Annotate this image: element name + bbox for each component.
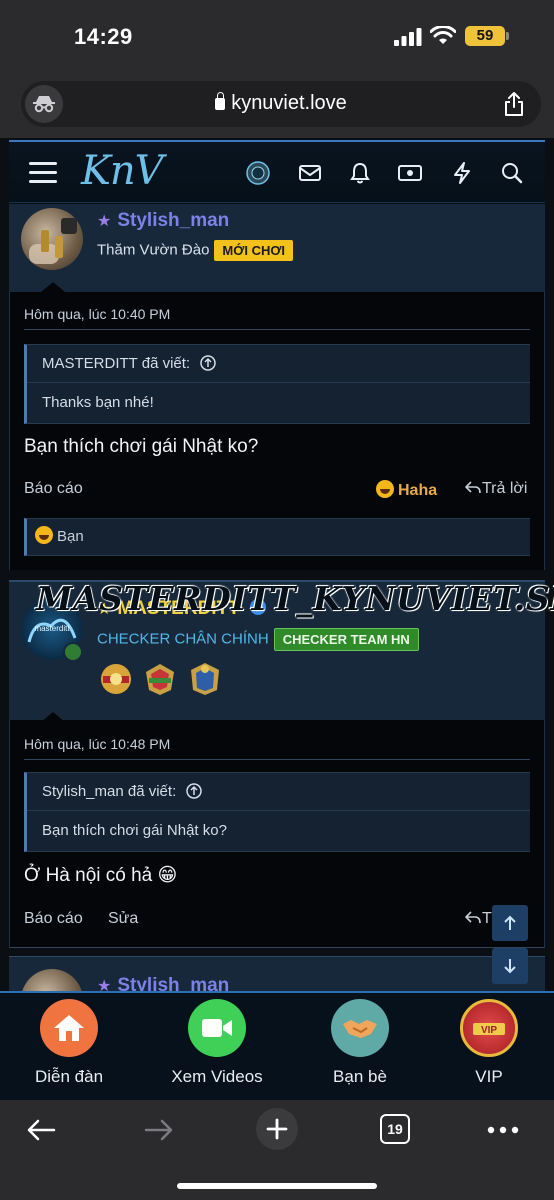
user-title: CHECKER CHÂN CHÍNH CHECKER TEAM HN	[97, 628, 419, 651]
url-text[interactable]: kynuviet.love	[21, 92, 541, 115]
search-icon[interactable]	[499, 160, 525, 186]
lock-icon	[215, 92, 226, 110]
arrow-up-circle-icon[interactable]	[200, 355, 217, 371]
reply-label: Trả lời	[482, 480, 528, 497]
reacted-by-label: Bạn	[57, 528, 84, 545]
clock: 14:29	[74, 24, 133, 49]
divider	[24, 329, 530, 330]
mail-icon[interactable]	[297, 160, 323, 186]
username[interactable]: ★ Stylish_man	[97, 210, 229, 232]
quote-header[interactable]: Stylish_man đã viết:	[27, 773, 530, 811]
blue-shield-badge-icon[interactable]	[186, 660, 224, 698]
report-link[interactable]: Báo cáo	[24, 910, 83, 928]
nav-label: Bạn bè	[333, 1067, 387, 1086]
arrow-down-icon	[504, 959, 516, 974]
divider	[24, 759, 530, 760]
post-message: Ở Hà nội có hả 😁	[24, 865, 178, 886]
post-actions: Báo cáo Haha Trả lời	[24, 480, 530, 500]
rank-badge: CHECKER TEAM HN	[273, 628, 419, 651]
quote-block: Stylish_man đã viết: Bạn thích chơi gái …	[24, 772, 530, 852]
new-tab-plus-icon[interactable]	[256, 1108, 298, 1150]
money-icon[interactable]	[397, 160, 423, 186]
user-title-label: CHECKER CHÂN CHÍNH	[97, 630, 269, 648]
vip-medal-icon: VIP	[460, 999, 518, 1057]
edit-link[interactable]: Sửa	[108, 910, 138, 928]
nav-videos[interactable]: Xem Videos	[157, 999, 277, 1087]
home-indicator	[177, 1183, 377, 1189]
quote-header[interactable]: MASTERDITT đã viết:	[27, 345, 530, 383]
web-page: KnV ★ Stylish_man Thăm Vườn Đào MỚI CHƠI…	[0, 138, 554, 1100]
avatar[interactable]	[21, 208, 83, 270]
arrow-up-icon	[504, 915, 516, 930]
reply-icon	[465, 911, 481, 924]
status-bar: 14:29 59	[0, 0, 554, 74]
reply-link[interactable]: Trả lời	[464, 480, 527, 498]
reactions-summary[interactable]: Bạn	[24, 518, 530, 556]
online-status-icon	[63, 642, 83, 662]
red-shield-badge-icon[interactable]	[141, 660, 179, 698]
nav-friends[interactable]: Bạn bè	[300, 999, 420, 1087]
address-bar[interactable]: kynuviet.love	[21, 81, 541, 127]
post-message: Bạn thích chơi gái Nhật ko?	[24, 436, 259, 457]
avatar-caption: masterditt	[34, 624, 70, 633]
wifi-icon	[430, 26, 456, 44]
quote-text: Bạn thích chơi gái Nhật ko?	[42, 822, 227, 839]
header-pointer	[41, 282, 65, 292]
laughing-emoji-icon	[376, 480, 394, 498]
app-bottom-nav: Diễn đàn Xem Videos Bạn bè VIP VIP	[0, 991, 554, 1100]
more-options-icon[interactable]	[486, 1114, 520, 1146]
quote-author: Stylish_man đã viết:	[42, 783, 177, 800]
watermark-text: MASTERDITT_KYNUVIET.SITE	[36, 579, 554, 618]
signal-icon	[394, 28, 422, 46]
arrow-up-circle-icon[interactable]	[186, 783, 203, 799]
report-link[interactable]: Báo cáo	[24, 480, 83, 498]
forward-arrow-icon[interactable]	[142, 1114, 176, 1146]
url-label: kynuviet.love	[231, 92, 347, 114]
reaction-label: Haha	[398, 482, 438, 499]
post-date[interactable]: Hôm qua, lúc 10:40 PM	[24, 306, 170, 322]
video-icon	[188, 999, 246, 1057]
site-logo[interactable]: KnV	[81, 148, 164, 194]
handshake-icon	[331, 999, 389, 1057]
nav-label: VIP	[475, 1067, 503, 1086]
hamburger-menu-icon[interactable]	[29, 162, 57, 189]
post-user-header: ★ Stylish_man Thăm Vườn Đào MỚI CHƠI	[9, 204, 545, 292]
trophy-badges	[97, 660, 224, 703]
rank-emblem-icon[interactable]	[245, 160, 271, 186]
back-arrow-icon[interactable]	[24, 1114, 58, 1146]
reply-icon	[465, 481, 481, 494]
battery-indicator: 59	[465, 26, 509, 46]
quote-block: MASTERDITT đã viết: Thanks bạn nhé!	[24, 344, 530, 424]
lightning-icon[interactable]	[449, 160, 475, 186]
gold-shield-badge-icon[interactable]	[97, 660, 135, 698]
nav-label: Diễn đàn	[34, 1067, 104, 1086]
post-date[interactable]: Hôm qua, lúc 10:48 PM	[24, 736, 170, 752]
post-actions: Báo cáo Sửa Trả lời	[24, 910, 530, 930]
scroll-to-bottom-button[interactable]	[492, 948, 528, 984]
home-icon	[40, 999, 98, 1057]
nav-label: Xem Videos	[171, 1067, 263, 1086]
nav-forum[interactable]: Diễn đàn	[9, 999, 129, 1087]
star-icon: ★	[97, 213, 112, 230]
quote-text: Thanks bạn nhé!	[42, 394, 154, 411]
user-title-label: Thăm Vườn Đào	[97, 241, 210, 259]
vip-emblem-text: VIP	[481, 1025, 497, 1036]
reaction-button[interactable]: Haha	[376, 480, 437, 500]
user-title: Thăm Vườn Đào MỚI CHƠI	[97, 240, 294, 261]
bell-icon[interactable]	[347, 160, 373, 186]
site-header: KnV	[9, 140, 545, 202]
nav-vip[interactable]: VIP VIP	[429, 999, 549, 1087]
post-body: Hôm qua, lúc 10:48 PM Stylish_man đã viế…	[9, 720, 545, 948]
quote-author: MASTERDITT đã viết:	[42, 355, 191, 372]
laughing-emoji-icon	[35, 526, 53, 544]
scroll-to-top-button[interactable]	[492, 905, 528, 941]
rank-badge: MỚI CHƠI	[214, 240, 294, 261]
username-label: Stylish_man	[117, 210, 230, 231]
tab-switcher-button[interactable]: 19	[380, 1114, 410, 1144]
post-body: Hôm qua, lúc 10:40 PM MASTERDITT đã viết…	[9, 292, 545, 570]
share-icon[interactable]	[503, 91, 525, 117]
